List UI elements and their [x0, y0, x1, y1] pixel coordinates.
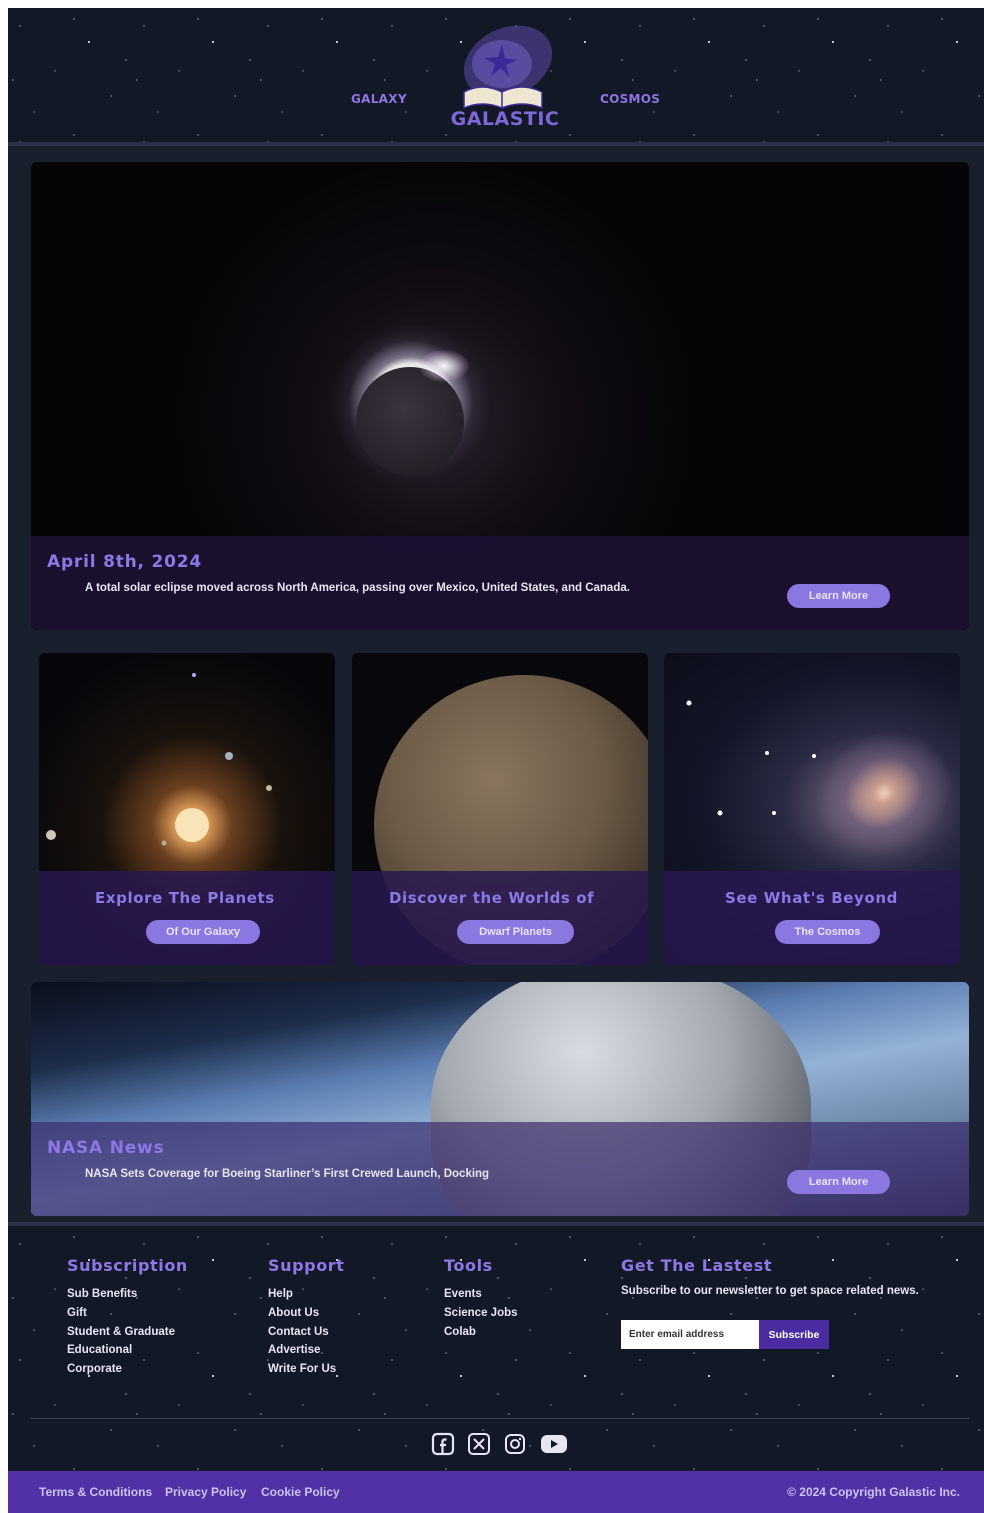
instagram-icon[interactable] — [503, 1432, 527, 1456]
nasa-learn-more-button[interactable]: Learn More — [787, 1170, 890, 1194]
cookie-link[interactable]: Cookie Policy — [261, 1485, 340, 1499]
hero-caption: April 8th, 2024 A total solar eclipse mo… — [31, 536, 969, 630]
galaxy-stars-image — [686, 700, 816, 816]
card-dwarf-planets[interactable]: Discover the Worlds of Dwarf Planets — [352, 653, 648, 965]
footer-divider — [31, 1418, 969, 1419]
footer-link[interactable]: Science Jobs — [444, 1304, 518, 1323]
copyright-text: © 2024 Copyright Galastic Inc. — [787, 1485, 960, 1499]
footer-column-tools: Tools Events Science Jobs Colab — [444, 1256, 518, 1341]
eclipse-flare-image — [419, 350, 469, 382]
footer-link[interactable]: Write For Us — [268, 1360, 345, 1379]
footer-column-subscription: Subscription Sub Benefits Gift Student &… — [67, 1256, 188, 1379]
footer-link[interactable]: Help — [268, 1285, 345, 1304]
footer-link[interactable]: Advertise — [268, 1341, 345, 1360]
nav-link-cosmos[interactable]: COSMOS — [600, 92, 660, 106]
nav-link-galaxy[interactable]: GALAXY — [351, 92, 407, 106]
card-cosmos[interactable]: See What's Beyond The Cosmos — [664, 653, 960, 965]
footer-link[interactable]: Educational — [67, 1341, 188, 1360]
card-dwarf-button[interactable]: Dwarf Planets — [457, 920, 574, 944]
page: GALAXY GALASTIC COSMOS April 8th, 2024 A… — [8, 8, 984, 1513]
privacy-link[interactable]: Privacy Policy — [165, 1485, 246, 1499]
card-planets[interactable]: Explore The Planets Of Our Galaxy — [39, 653, 335, 965]
eclipse-moon-image — [356, 367, 464, 475]
site-logo[interactable]: GALASTIC — [450, 22, 560, 132]
newsletter-subscribe-button[interactable]: Subscribe — [759, 1320, 829, 1349]
footer-link[interactable]: Sub Benefits — [67, 1285, 188, 1304]
footer-heading-tools: Tools — [444, 1256, 493, 1275]
footer-link[interactable]: About Us — [268, 1304, 345, 1323]
card-planets-caption: Explore The Planets Of Our Galaxy — [39, 871, 335, 965]
footer-link[interactable]: Corporate — [67, 1360, 188, 1379]
footer-heading-support: Support — [268, 1256, 345, 1275]
card-dwarf-title: Discover the Worlds of — [389, 889, 595, 907]
hero-title: April 8th, 2024 — [47, 552, 203, 572]
card-cosmos-caption: See What's Beyond The Cosmos — [664, 871, 960, 965]
newsletter-section: Get The Lastest Subscribe to our newslet… — [621, 1256, 951, 1356]
logo-text: GALASTIC — [450, 108, 560, 130]
newsletter-description: Subscribe to our newsletter to get space… — [621, 1285, 919, 1297]
footer-link[interactable]: Gift — [67, 1304, 188, 1323]
facebook-icon[interactable] — [431, 1432, 455, 1456]
footer-link[interactable]: Student & Graduate — [67, 1323, 188, 1342]
site-footer: Subscription Sub Benefits Gift Student &… — [8, 1222, 984, 1470]
card-planets-title: Explore The Planets — [95, 889, 275, 907]
newsletter-heading: Get The Lastest — [621, 1256, 773, 1275]
newsletter-email-input[interactable] — [621, 1320, 759, 1349]
nasa-news-banner: NASA News NASA Sets Coverage for Boeing … — [31, 982, 969, 1216]
footer-link[interactable]: Events — [444, 1285, 518, 1304]
footer-heading-subscription: Subscription — [67, 1256, 188, 1275]
hero-learn-more-button[interactable]: Learn More — [787, 584, 890, 608]
logo-nebula-book-icon — [463, 25, 553, 110]
footer-link[interactable]: Contact Us — [268, 1323, 345, 1342]
legal-bar: Terms & Conditions Privacy Policy Cookie… — [8, 1471, 984, 1513]
site-header: GALAXY GALASTIC COSMOS — [8, 8, 984, 146]
hero-description: A total solar eclipse moved across North… — [85, 582, 630, 594]
solar-system-image — [46, 673, 272, 846]
card-cosmos-title: See What's Beyond — [725, 889, 898, 907]
x-icon[interactable] — [467, 1432, 491, 1456]
card-cosmos-button[interactable]: The Cosmos — [775, 920, 880, 944]
nasa-news-title: NASA News — [47, 1138, 165, 1158]
card-dwarf-caption: Discover the Worlds of Dwarf Planets — [352, 871, 648, 965]
hero-eclipse-banner: April 8th, 2024 A total solar eclipse mo… — [31, 162, 969, 630]
footer-link[interactable]: Colab — [444, 1323, 518, 1342]
nasa-news-description: NASA Sets Coverage for Boeing Starliner’… — [85, 1168, 490, 1180]
footer-column-support: Support Help About Us Contact Us Adverti… — [268, 1256, 345, 1379]
terms-link[interactable]: Terms & Conditions — [39, 1485, 152, 1499]
youtube-icon[interactable] — [540, 1432, 568, 1456]
card-planets-button[interactable]: Of Our Galaxy — [146, 920, 260, 944]
nasa-news-caption: NASA News NASA Sets Coverage for Boeing … — [31, 1122, 969, 1216]
main-content: April 8th, 2024 A total solar eclipse mo… — [8, 150, 984, 1222]
